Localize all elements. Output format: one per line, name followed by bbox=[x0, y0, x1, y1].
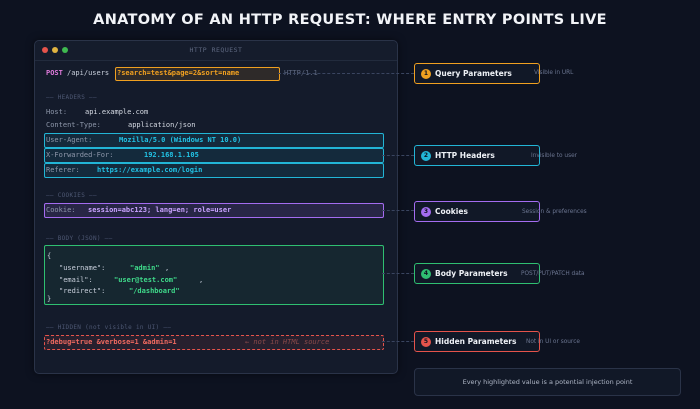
legend-note: Invisible to user bbox=[531, 153, 578, 159]
body-field-key: "email": bbox=[59, 276, 93, 284]
cookie-value: session=abc123; lang=en; role=user bbox=[88, 206, 232, 214]
body-close-brace: } bbox=[47, 295, 52, 303]
window-titlebar: HTTP REQUEST bbox=[35, 41, 397, 61]
header-x-forwarded-for-key: X-Forwarded-For: bbox=[46, 151, 114, 159]
header-host-key: Host: bbox=[46, 108, 68, 116]
body-field-value: "user@test.com" bbox=[114, 276, 178, 284]
legend-number: 4 bbox=[421, 269, 431, 279]
legend-label: Query Parameters bbox=[435, 69, 512, 78]
legend-http-headers: 2 HTTP Headers bbox=[414, 145, 540, 166]
connector-query bbox=[278, 73, 414, 74]
referer-highlight bbox=[44, 163, 384, 178]
header-host-value: api.example.com bbox=[85, 108, 149, 116]
body-field-key: "username": bbox=[59, 264, 106, 272]
legend-label: Hidden Parameters bbox=[435, 337, 517, 346]
connector-headers bbox=[382, 155, 414, 156]
connector-body bbox=[382, 273, 414, 274]
legend-number: 2 bbox=[421, 151, 431, 161]
request-path: /api/users bbox=[67, 69, 110, 77]
legend-number: 1 bbox=[421, 69, 431, 79]
hidden-params: ?debug=true &verbose=1 &admin=1 bbox=[46, 338, 177, 346]
footer-note: Every highlighted value is a potential i… bbox=[414, 368, 681, 396]
window-title: HTTP REQUEST bbox=[189, 46, 243, 54]
legend-note: Not in UI or source bbox=[526, 339, 580, 345]
header-referer-key: Referer: bbox=[46, 166, 80, 174]
header-x-forwarded-for-value: 192.168.1.105 bbox=[144, 151, 199, 159]
hidden-note: ← not in HTML source bbox=[245, 338, 330, 346]
legend-label: Body Parameters bbox=[435, 269, 508, 278]
legend-note: POST/PUT/PATCH data bbox=[521, 271, 585, 277]
connector-hidden bbox=[382, 341, 414, 342]
header-content-type-value: application/json bbox=[128, 121, 196, 129]
cookies-section-label: —— COOKIES —— bbox=[46, 192, 97, 199]
legend-label: HTTP Headers bbox=[435, 151, 495, 160]
legend-note: Visible in URL bbox=[534, 70, 574, 76]
legend-label: Cookies bbox=[435, 207, 468, 216]
legend-number: 5 bbox=[421, 337, 431, 347]
cookie-key: Cookie: bbox=[46, 206, 76, 214]
legend-hidden-parameters: 5 Hidden Parameters bbox=[414, 331, 540, 352]
request-method: POST bbox=[46, 69, 63, 77]
hidden-section-label: —— HIDDEN (not visible in UI) —— bbox=[46, 324, 172, 331]
body-field-key: "redirect": bbox=[59, 287, 106, 295]
query-string: ?search=test&page=2&sort=name bbox=[117, 69, 240, 77]
header-user-agent-value: Mozilla/5.0 (Windows NT 10.0) bbox=[119, 136, 242, 144]
legend-query-parameters: 1 Query Parameters bbox=[414, 63, 540, 84]
legend-note: Session & preferences bbox=[522, 209, 587, 215]
body-section-label: —— BODY (JSON) —— bbox=[46, 235, 113, 242]
header-user-agent-key: User-Agent: bbox=[46, 136, 93, 144]
body-field-value: "/dashboard" bbox=[129, 287, 180, 295]
header-referer-value: https://example.com/login bbox=[97, 166, 203, 174]
body-field-suffix: , bbox=[199, 276, 204, 284]
diagram-title: ANATOMY OF AN HTTP REQUEST: WHERE ENTRY … bbox=[93, 12, 607, 28]
body-highlight bbox=[44, 245, 384, 305]
legend-number: 3 bbox=[421, 207, 431, 217]
body-field-value: "admin" bbox=[130, 264, 160, 272]
header-content-type-key: Content-Type: bbox=[46, 121, 101, 129]
headers-section-label: —— HEADERS —— bbox=[46, 94, 97, 101]
body-open-brace: { bbox=[47, 252, 52, 260]
connector-cookies bbox=[382, 210, 414, 211]
body-field-suffix: , bbox=[165, 264, 170, 272]
